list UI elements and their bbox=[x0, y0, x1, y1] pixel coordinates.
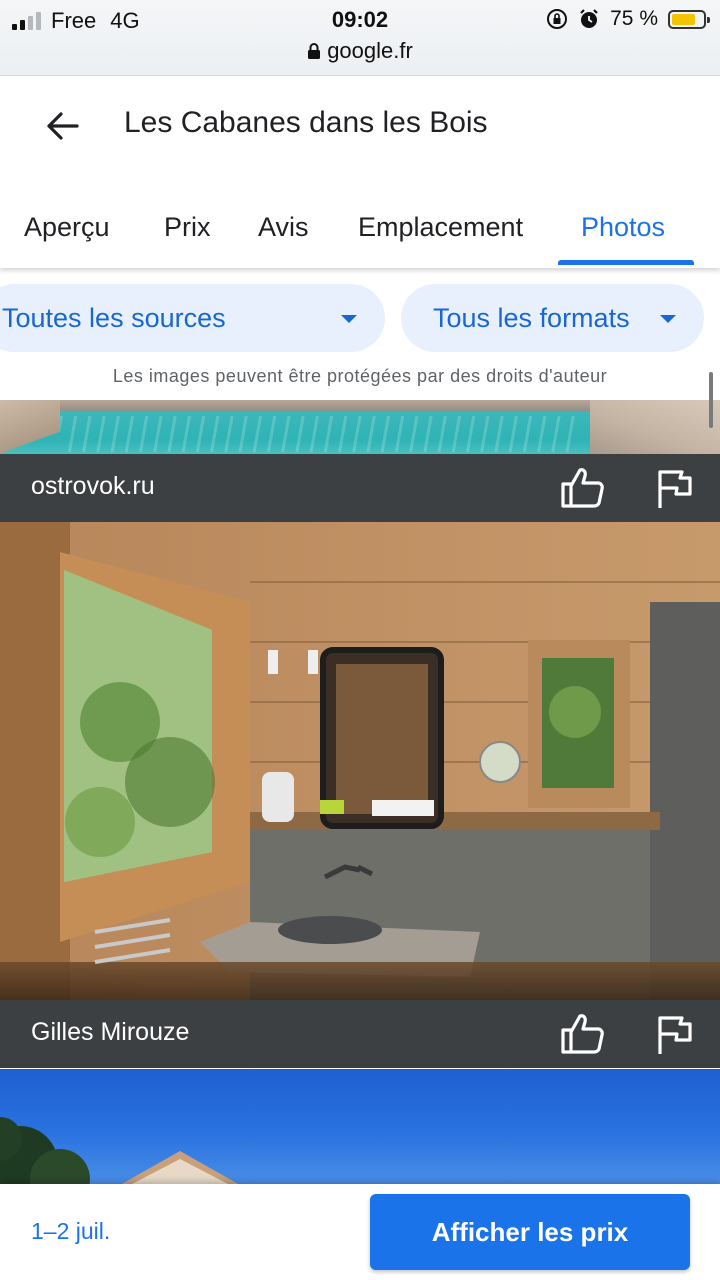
chevron-down-icon bbox=[341, 315, 357, 323]
battery-level bbox=[672, 13, 695, 25]
thumbs-up-icon[interactable] bbox=[558, 466, 606, 510]
orientation-lock-icon bbox=[547, 9, 568, 29]
pool-deck-left bbox=[0, 400, 60, 454]
copyright-notice: Les images peuvent être protégées par de… bbox=[112, 366, 608, 386]
tab-photos[interactable]: Photos bbox=[581, 212, 665, 243]
tab-bar: Aperçu Prix Avis Emplacement Photos bbox=[0, 196, 720, 268]
pool-deck-right bbox=[590, 400, 720, 454]
tab-prix[interactable]: Prix bbox=[164, 212, 211, 243]
battery-percent: 75 % bbox=[610, 7, 658, 30]
photo-pool[interactable] bbox=[0, 400, 720, 454]
house-illustration bbox=[0, 1117, 240, 1185]
source-filter-dropdown[interactable]: Toutes les sources bbox=[0, 284, 385, 352]
photo-caption: Gilles Mirouze bbox=[0, 1000, 720, 1068]
url-bar[interactable]: google.fr bbox=[0, 38, 720, 64]
source-filter-label: Toutes les sources bbox=[2, 302, 226, 333]
status-right: 75 % bbox=[546, 7, 710, 31]
chevron-down-icon bbox=[660, 315, 676, 323]
app-header: Les Cabanes dans les Bois bbox=[0, 76, 720, 176]
tab-emplacement[interactable]: Emplacement bbox=[358, 212, 523, 243]
format-filter-dropdown[interactable]: Tous les formats bbox=[401, 284, 704, 352]
flag-icon[interactable] bbox=[652, 1012, 696, 1056]
tab-avis[interactable]: Avis bbox=[258, 212, 309, 243]
photo-source[interactable]: Gilles Mirouze bbox=[31, 1018, 189, 1047]
bottom-bar: 1–2 juil. Afficher les prix bbox=[0, 1184, 720, 1280]
date-range-link[interactable]: 1–2 juil. bbox=[31, 1218, 110, 1245]
back-button[interactable] bbox=[38, 102, 86, 150]
scrollbar[interactable] bbox=[709, 372, 713, 428]
photo-caption: ostrovok.ru bbox=[0, 454, 720, 522]
photo-source[interactable]: ostrovok.ru bbox=[31, 472, 155, 501]
photo-house[interactable] bbox=[0, 1069, 720, 1185]
thumbs-up-icon[interactable] bbox=[558, 1012, 606, 1056]
arrow-left-icon bbox=[47, 112, 79, 140]
pool-water bbox=[60, 416, 580, 452]
format-filter-label: Tous les formats bbox=[433, 302, 630, 333]
bathroom-illustration bbox=[0, 522, 720, 1000]
tab-apercu[interactable]: Aperçu bbox=[24, 212, 110, 243]
alarm-icon bbox=[580, 9, 598, 28]
photo-bathroom[interactable] bbox=[0, 522, 720, 1000]
lock-icon bbox=[308, 43, 321, 59]
active-tab-indicator bbox=[558, 260, 694, 265]
url-text: google.fr bbox=[327, 38, 413, 63]
page-title: Les Cabanes dans les Bois bbox=[124, 106, 488, 139]
show-prices-button[interactable]: Afficher les prix bbox=[370, 1194, 690, 1270]
status-bar: Free 4G 09:02 75 % google.fr bbox=[0, 0, 720, 76]
battery-icon bbox=[668, 9, 710, 29]
flag-icon[interactable] bbox=[652, 466, 696, 510]
